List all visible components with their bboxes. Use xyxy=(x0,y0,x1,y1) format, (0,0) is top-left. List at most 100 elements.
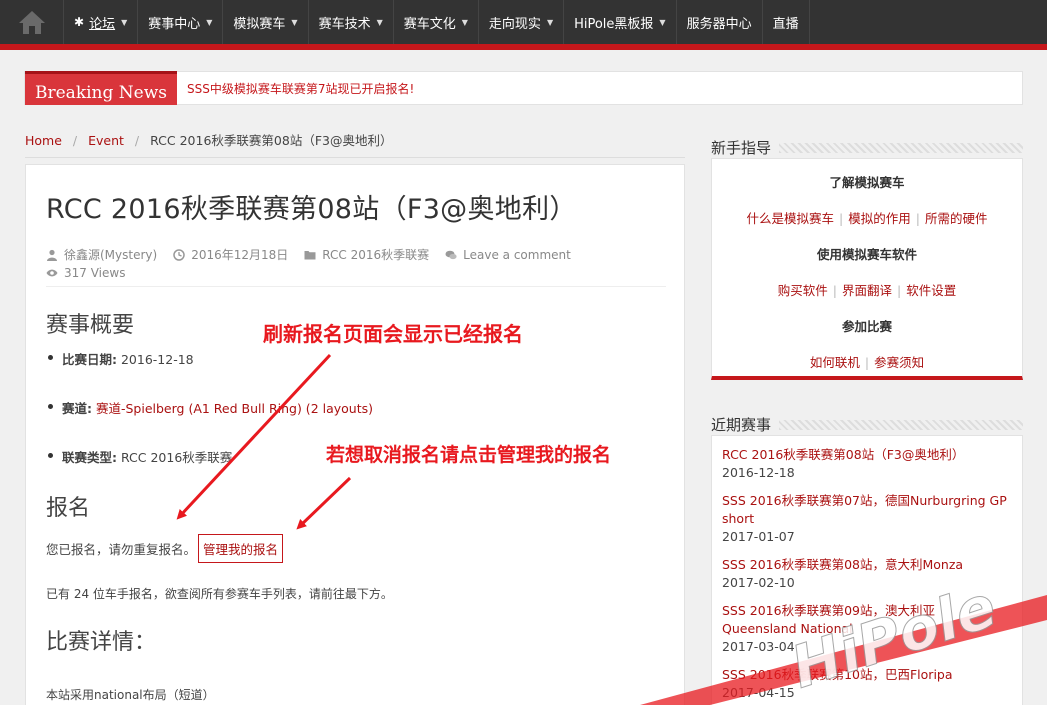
guide-section-heading: 参加比赛 xyxy=(841,319,892,334)
home-button[interactable] xyxy=(0,0,64,44)
guide-section-heading: 使用模拟赛车软件 xyxy=(816,247,917,262)
recent-event-date: 2017-01-07 xyxy=(722,529,795,544)
recent-event-link[interactable]: SSS 2016秋季联赛第08站，意大利Monza xyxy=(722,557,963,572)
guide-title: 新手指导 xyxy=(711,139,772,157)
page-title: RCC 2016秋季联赛第08站（F3@奥地利） xyxy=(46,194,577,225)
link-separator: | xyxy=(839,211,844,226)
breadcrumb-separator: / xyxy=(134,133,140,148)
title-stripe xyxy=(779,419,1023,430)
comment-link: Leave a comment xyxy=(463,248,571,262)
guide-section-heading: 了解模拟赛车 xyxy=(829,175,905,190)
list-item: SSS 2016秋季联赛第07站，德国Nurburgring GP short … xyxy=(722,492,1012,546)
folder-icon xyxy=(304,251,316,260)
nav-label: 模拟赛车 xyxy=(233,16,286,32)
home-icon xyxy=(18,11,45,34)
asterisk-icon: ✱ xyxy=(74,15,85,29)
caret-down-icon: ▼ xyxy=(121,17,128,27)
detail-date-label: 比赛日期: xyxy=(62,352,117,367)
caret-down-icon: ▼ xyxy=(546,17,554,27)
breaking-news-tag: Breaking News xyxy=(25,71,177,105)
recent-event-link[interactable]: RCC 2016秋季联赛第08站（F3@奥地利） xyxy=(722,447,964,462)
guide-link[interactable]: 模拟的作用 xyxy=(848,211,911,226)
guide-widget-title: 新手指导 xyxy=(711,137,1023,158)
recent-event-date: 2016-12-18 xyxy=(722,465,795,480)
event-details: 比赛日期: 2016-12-18 赛道: 赛道-Spielberg (A1 Re… xyxy=(46,349,664,496)
signup-status-text: 您已报名，请勿重复报名。 xyxy=(46,542,197,557)
nav-item-servers[interactable]: 服务器中心 xyxy=(677,0,763,44)
link-separator: | xyxy=(915,211,920,226)
nav-item-events[interactable]: 赛事中心 ▼ xyxy=(138,0,224,44)
nav-label: 赛车技术 xyxy=(318,16,371,32)
nav-label: 赛车文化 xyxy=(403,16,456,32)
detail-date-value: 2016-12-18 xyxy=(120,352,194,367)
nav-label: HiPole黑板报 xyxy=(574,16,654,32)
breadcrumb-home[interactable]: Home xyxy=(25,133,62,148)
nav-label: 直播 xyxy=(772,16,799,32)
recent-event-link[interactable]: SSS 2016秋季联赛第09站，澳大利亚 Queensland Nationa… xyxy=(722,603,935,636)
clock-icon xyxy=(173,249,185,261)
nav-accent-bar xyxy=(0,44,1047,50)
user-icon xyxy=(47,249,57,261)
recent-event-date: 2017-04-15 xyxy=(722,685,795,700)
list-item: SSS 2016秋季联赛第10站，巴西Floripa 2017-04-15 xyxy=(722,666,1012,702)
list-item: SSS 2016秋季联赛第09站，澳大利亚 Queensland Nationa… xyxy=(722,602,1012,656)
guide-link[interactable]: 参赛须知 xyxy=(874,355,924,370)
nav-item-tech[interactable]: 赛车技术 ▼ xyxy=(309,0,394,44)
link-separator: | xyxy=(864,355,870,370)
post-meta: 徐鑫源(Mystery) 2016年12月18日 RCC 2016秋季联赛 Le… xyxy=(46,246,666,287)
nav-item-reality[interactable]: 走向现实 ▼ xyxy=(479,0,565,44)
detail-type-value: RCC 2016秋季联赛 xyxy=(120,450,233,465)
signup-count: 已有 24 位车手报名，欲查阅所有参赛车手列表，请前往最下方。 xyxy=(46,587,393,601)
recent-widget-title: 近期赛事 xyxy=(711,414,1023,435)
layout-note: 本站采用national布局（短道） xyxy=(46,688,215,702)
nav-item-blackboard[interactable]: HiPole黑板报 ▼ xyxy=(564,0,677,44)
recent-event-link[interactable]: SSS 2016秋季联赛第07站，德国Nurburgring GP short xyxy=(722,493,1007,526)
breadcrumb-event[interactable]: Event xyxy=(88,133,124,148)
annotation-cancel: 若想取消报名请点击管理我的报名 xyxy=(326,444,612,466)
guide-link[interactable]: 什么是模拟赛车 xyxy=(747,211,835,226)
manage-registration-button[interactable]: 管理我的报名 xyxy=(198,534,284,563)
detail-track-link[interactable]: 赛道-Spielberg (A1 Red Bull Ring) (2 layou… xyxy=(96,401,373,416)
guide-link[interactable]: 所需的硬件 xyxy=(925,211,988,226)
recent-title: 近期赛事 xyxy=(711,416,772,434)
nav-label: 赛事中心 xyxy=(148,16,201,32)
nav-item-culture[interactable]: 赛车文化 ▼ xyxy=(394,0,479,44)
nav-label: 服务器中心 xyxy=(686,16,752,32)
comments-icon xyxy=(445,250,457,260)
caret-down-icon: ▼ xyxy=(376,17,383,27)
caret-down-icon: ▼ xyxy=(206,17,213,27)
guide-widget: 了解模拟赛车 什么是模拟赛车 | 模拟的作用 | 所需的硬件 使用模拟赛车软件 购买软件… xyxy=(711,158,1023,380)
detail-track-label: 赛道: xyxy=(62,401,92,416)
guide-link[interactable]: 软件设置 xyxy=(906,283,956,298)
signup-status: 您已报名，请勿重复报名。 管理我的报名 xyxy=(46,534,664,563)
meta-comment[interactable]: Leave a comment xyxy=(445,246,571,264)
list-item: RCC 2016秋季联赛第08站（F3@奥地利） 2016-12-18 xyxy=(722,446,1012,482)
link-separator: | xyxy=(897,283,902,298)
meta-category[interactable]: RCC 2016秋季联赛 xyxy=(304,246,429,264)
breadcrumb-current: RCC 2016秋季联赛第08站（F3@奥地利） xyxy=(150,133,393,148)
top-nav: ✱ 论坛 ▼ 赛事中心 ▼ 模拟赛车 ▼ 赛车技术 ▼ 赛车文化 ▼ 走向现实 … xyxy=(0,0,1047,44)
eye-icon xyxy=(46,269,58,277)
list-item: SSS 2016秋季联赛第08站，意大利Monza 2017-02-10 xyxy=(722,556,1012,592)
recent-event-link[interactable]: SSS 2016秋季联赛第10站，巴西Floripa xyxy=(722,667,953,682)
view-count: 317 Views xyxy=(64,266,126,280)
guide-link[interactable]: 如何联机 xyxy=(810,355,860,370)
author-name: 徐鑫源(Mystery) xyxy=(64,248,158,262)
guide-link[interactable]: 界面翻译 xyxy=(842,283,892,298)
nav-item-live[interactable]: 直播 xyxy=(763,0,810,44)
nav-item-simracing[interactable]: 模拟赛车 ▼ xyxy=(223,0,309,44)
recent-events-widget: RCC 2016秋季联赛第08站（F3@奥地利） 2016-12-18 SSS … xyxy=(711,435,1023,705)
nav-label: 走向现实 xyxy=(488,16,541,32)
breaking-news-bar: Breaking News SSS中级模拟赛车联赛第7站现已开启报名! xyxy=(24,71,1023,105)
nav-item-forum[interactable]: ✱ 论坛 ▼ xyxy=(64,0,139,44)
post-category: RCC 2016秋季联赛 xyxy=(322,248,430,262)
breaking-news-link[interactable]: SSS中级模拟赛车联赛第7站现已开启报名! xyxy=(187,80,414,97)
caret-down-icon: ▼ xyxy=(659,17,666,27)
detail-type-label: 联赛类型: xyxy=(62,450,117,465)
nav-label: 论坛 xyxy=(89,16,116,32)
caret-down-icon: ▼ xyxy=(461,17,468,27)
link-separator: | xyxy=(832,283,837,298)
guide-link[interactable]: 购买软件 xyxy=(778,283,828,298)
article: RCC 2016秋季联赛第08站（F3@奥地利） 徐鑫源(Mystery) 20… xyxy=(25,164,685,705)
meta-author[interactable]: 徐鑫源(Mystery) xyxy=(46,246,157,264)
